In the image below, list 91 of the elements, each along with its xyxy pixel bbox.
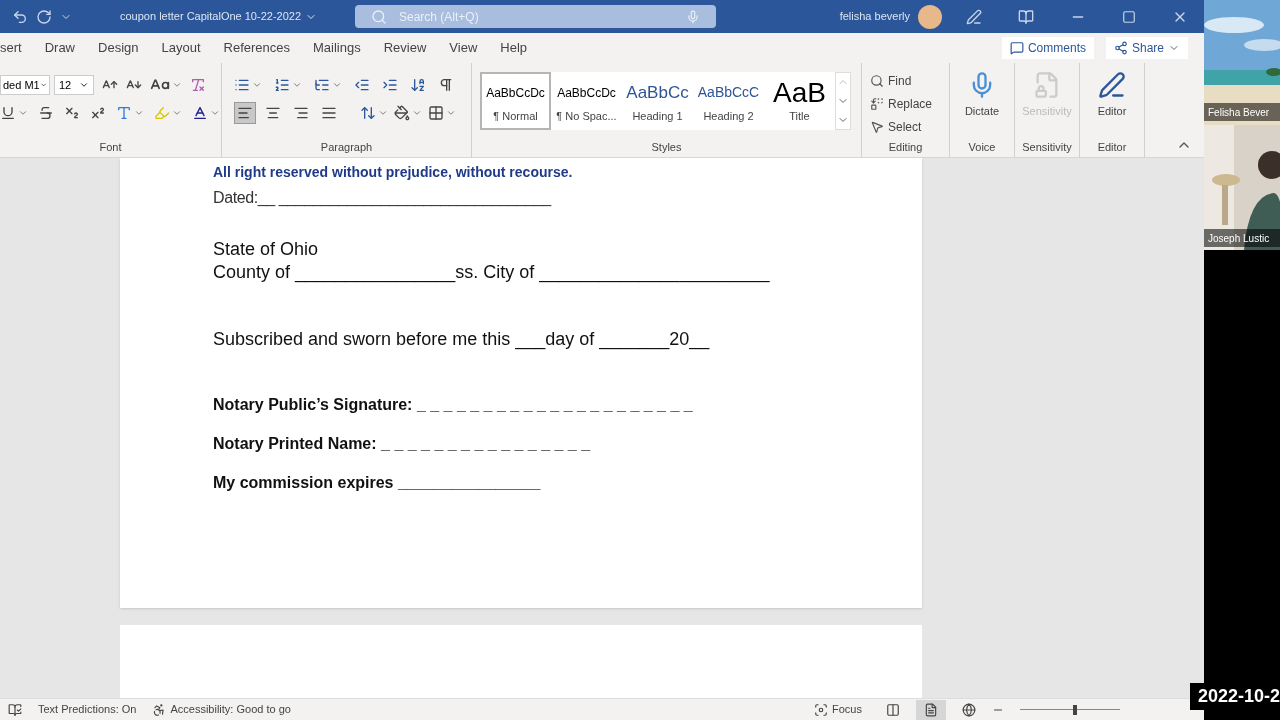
align-justify-icon [321,105,337,121]
font-color-icon[interactable] [192,105,208,121]
subscript-icon[interactable] [64,105,80,121]
avatar[interactable] [918,4,942,29]
document-text: State of Ohio [213,238,319,259]
accessibility-status[interactable]: Accessibility: Good to go [152,701,291,718]
text-predictions-status[interactable]: Text Predictions: On [38,701,137,718]
editing-button[interactable]: Find [870,69,941,92]
pen-icon[interactable] [966,8,982,25]
document-text: County of ________________ss. City of _______________________ [213,261,770,282]
superscript-icon[interactable] [90,105,106,121]
ribbon-button[interactable]: Dictate [964,71,1000,120]
group-label: Font [98,139,123,155]
search-icon [371,8,387,25]
document-text: Notary Public’s Signature: _ _ _ _ _ _ _ _ _ _ _ _ _ _ _ _ _ _ _ _ _ [213,395,693,415]
ribbon-tab[interactable]: Help [490,35,538,61]
ribbon-tab[interactable]: View [439,35,488,61]
shading-icon[interactable] [394,105,410,121]
ribbon-tab[interactable]: Draw [34,35,85,61]
redo-icon[interactable] [36,8,52,25]
style-item[interactable]: AaBbCcDc ¶ Normal [480,72,551,130]
ribbon-tab[interactable]: Design [88,35,149,61]
participant-name: Joseph Lustic [1204,229,1280,247]
read-mode-icon[interactable] [886,702,900,717]
proofing-icon[interactable] [8,702,22,717]
align-center-icon [265,105,281,121]
underline-icon[interactable] [0,105,16,121]
pen-icon [1098,71,1126,99]
document-text: Dated:__ ________________________________ [213,188,551,209]
text-effects-icon[interactable] [116,105,132,121]
web-layout-icon[interactable] [962,702,976,717]
zoom-thumb[interactable] [1073,704,1077,715]
group-label: Styles [650,139,683,155]
document-text: Subscribed and sworn before me this ___day of _______20__ [213,328,710,349]
focus-button[interactable]: Focus [814,701,862,718]
style-item[interactable]: AaBbCcDc ¶ No Spac... [551,72,622,130]
strikethrough-icon[interactable] [38,105,54,121]
borders-icon[interactable] [428,105,444,121]
timestamp: 2022-10-2 [1189,683,1280,710]
share-icon [1113,41,1128,55]
zoom-slider[interactable] [1020,704,1120,715]
accessibility-icon [152,702,167,717]
group-label: Voice [968,139,996,155]
style-item[interactable]: AaBbCc Heading 1 [622,72,693,130]
ribbon-tab[interactable]: Review [373,35,437,61]
style-item[interactable]: AaB Title [764,72,835,130]
font-name-field[interactable]: ded M1 [0,75,50,95]
editing-button[interactable]: Select [870,115,941,138]
comment-icon [1009,41,1024,55]
align-right-icon [293,105,309,121]
ribbon-tab[interactable]: References [213,35,300,61]
replace-icon [870,96,884,111]
decrease-indent-icon[interactable] [354,77,370,93]
page-icon [924,702,938,717]
document-text: My commission expires ________________ [213,473,541,493]
multilevel-list-icon[interactable] [314,77,330,93]
ribbon-tab[interactable]: Layout [151,35,211,61]
line-spacing-icon[interactable] [360,105,376,121]
group-label: Sensitivity [1022,139,1072,155]
ribbon-button[interactable]: Editor [1097,71,1127,120]
font-size-field[interactable]: 12 [54,75,94,95]
share-button[interactable]: Share [1105,37,1188,59]
align-button[interactable] [234,102,256,124]
numbering-icon[interactable] [274,77,290,93]
ribbon-tab[interactable]: Mailings [303,35,371,61]
find-icon [870,73,884,88]
document-text: All right reserved without prejudice, without recourse. [213,163,573,182]
document-title[interactable]: coupon letter CapitalOne 10-22-2022 [120,8,301,25]
group-label: Editor [1097,139,1127,155]
comments-button[interactable]: Comments [1001,37,1094,59]
sort-icon[interactable] [410,77,426,93]
group-label: Paragraph [319,139,374,155]
restore-icon[interactable] [1122,9,1136,24]
focus-icon [814,702,829,717]
participant-name: Felisha Bever [1204,103,1280,121]
style-item[interactable]: AaBbCcC Heading 2 [693,72,764,130]
book-icon[interactable] [1018,8,1034,25]
select-icon [870,119,884,134]
editing-button[interactable]: Replace [870,92,941,115]
undo-icon[interactable] [12,8,28,25]
document-text: Notary Printed Name: _ _ _ _ _ _ _ _ _ _ _ _ _ _ _ _ [213,434,591,454]
pilcrow-icon[interactable] [438,77,454,93]
clear-formatting-icon[interactable] [190,77,206,93]
increase-indent-icon[interactable] [382,77,398,93]
print-layout-button[interactable] [916,699,946,720]
ribbon-tab[interactable]: sert [0,35,32,61]
caret-icon [79,80,89,90]
user-name: felisha beverly [839,9,910,25]
group-label: Editing [887,139,924,155]
align-left-icon [237,105,253,121]
bullets-icon[interactable] [234,77,250,93]
